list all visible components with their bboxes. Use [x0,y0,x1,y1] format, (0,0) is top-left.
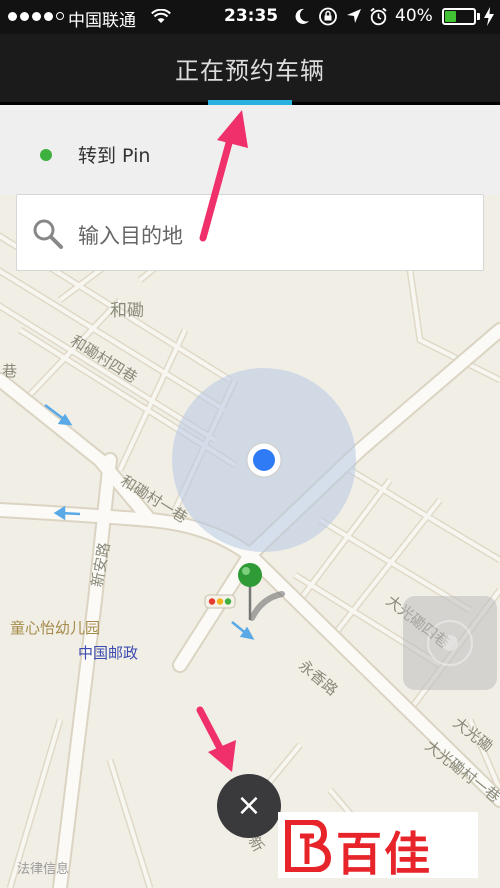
pickup-row[interactable] [0,105,500,195]
logo-text: 百佳 [336,827,432,881]
search-icon [33,219,63,249]
destination-input[interactable]: 输入目的地 [78,220,183,250]
map-label-kindergarten: 童心怡幼儿园 [10,619,101,637]
charging-icon [484,7,494,26]
cancel-booking-button[interactable]: × [217,774,281,838]
battery-icon [442,8,476,25]
map-label-lane: 巷 [2,362,18,380]
pickup-status-dot [40,149,52,161]
pickup-label[interactable]: 转到 Pin [78,141,150,168]
legal-link[interactable]: 法律信息 [17,858,69,877]
locate-me-button[interactable] [403,596,497,690]
clock: 23:35 [224,6,279,26]
map-label-hekan: 和磡 [110,301,144,321]
battery-percent: 40% [395,6,433,26]
page-title: 正在预约车辆 [175,57,325,85]
nav-bar: 正在预约车辆 [0,34,500,102]
rotation-lock-icon [319,7,337,26]
map-label-post-office: 中国邮政 [78,644,139,662]
compass-icon [427,620,473,666]
carrier-label: 中国联通 [68,11,136,31]
signal-strength-icon [8,12,64,21]
logo-mark-icon [285,820,332,872]
battery-fill [445,11,457,22]
location-icon [347,9,361,23]
watermark-logo: 百佳 [278,812,478,881]
current-location-icon [246,442,282,478]
close-icon: × [236,788,262,823]
status-bar: 中国联通 23:35 40% [0,0,500,34]
traffic-light-icon [204,594,236,609]
battery-cap [477,13,480,20]
wifi-icon [151,9,171,23]
moon-icon [295,8,309,24]
alarm-icon [370,7,387,26]
